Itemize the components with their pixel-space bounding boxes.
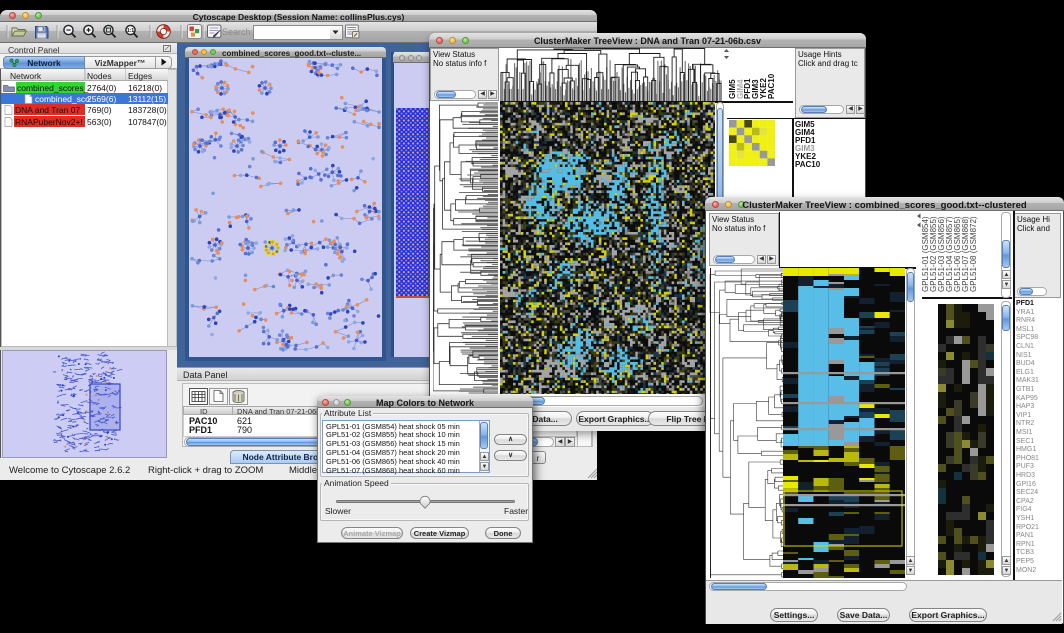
svg-text:1:1: 1:1 bbox=[127, 28, 134, 34]
